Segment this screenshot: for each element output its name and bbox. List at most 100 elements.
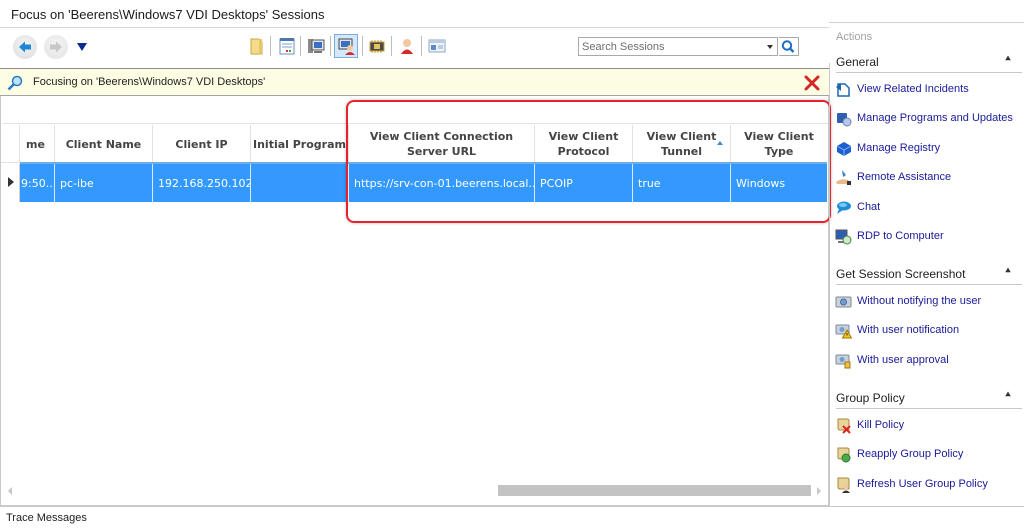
action-rdp-to-computer[interactable]: RDP to Computer bbox=[835, 227, 1023, 247]
column-header-label: View Client Protocol bbox=[548, 130, 619, 158]
column-header[interactable]: View Client Protocol bbox=[535, 125, 633, 163]
focus-bar: Focusing on 'Beerens\Windows7 VDI Deskto… bbox=[0, 68, 829, 96]
user-button[interactable] bbox=[396, 35, 418, 57]
table-cell[interactable]: https://srv-con-01.beerens.local... bbox=[349, 164, 535, 202]
group-by-area bbox=[2, 96, 828, 124]
column-header[interactable]: Client Name bbox=[55, 125, 153, 163]
toolbar-separator bbox=[362, 36, 363, 56]
table-cell[interactable]: 192.168.250.102 bbox=[153, 164, 251, 202]
section-header-group-policy[interactable]: Group Policy ⯅ bbox=[836, 389, 1022, 409]
action-label: RDP to Computer bbox=[857, 230, 944, 242]
column-header[interactable]: View Client Connection Server URL bbox=[349, 125, 535, 163]
kill-policy-icon bbox=[837, 418, 851, 434]
toolbar-separator bbox=[270, 36, 271, 56]
action-manage-programs[interactable]: Manage Programs and Updates bbox=[835, 109, 1023, 129]
registry-icon bbox=[836, 142, 852, 156]
back-button[interactable] bbox=[13, 35, 37, 59]
rdp-icon bbox=[835, 229, 852, 245]
collapse-icon[interactable]: ⯅ bbox=[1004, 266, 1012, 277]
window-title: Focus on 'Beerens\Windows7 VDI Desktops'… bbox=[11, 7, 325, 22]
action-remote-assistance[interactable]: Remote Assistance bbox=[835, 168, 1023, 188]
toolbar-separator bbox=[391, 36, 392, 56]
action-label: Chat bbox=[857, 201, 881, 213]
action-label: View Related Incidents bbox=[857, 83, 969, 95]
column-header[interactable]: View Client Tunnel bbox=[633, 125, 731, 163]
search-icon bbox=[781, 40, 795, 53]
column-header[interactable]: View Client Type bbox=[731, 125, 827, 163]
folder-icon bbox=[250, 38, 263, 55]
focus-text: Focusing on 'Beerens\Windows7 VDI Deskto… bbox=[33, 76, 266, 88]
column-header-label: View Client Type bbox=[744, 130, 814, 158]
hardware-button[interactable] bbox=[366, 35, 388, 57]
toolbar-separator bbox=[330, 36, 331, 56]
search-sessions-box[interactable] bbox=[578, 37, 778, 56]
incidents-icon bbox=[836, 83, 850, 97]
search-button[interactable] bbox=[779, 37, 799, 56]
magnifier-icon bbox=[7, 75, 23, 91]
notes-button[interactable] bbox=[276, 35, 298, 57]
action-screenshot-with-notification[interactable]: With user notification bbox=[835, 321, 1023, 341]
column-header[interactable]: Initial Program bbox=[251, 125, 349, 163]
window-button[interactable] bbox=[426, 35, 448, 57]
scroll-left-icon[interactable] bbox=[8, 487, 12, 495]
action-label: Manage Programs and Updates bbox=[857, 112, 1013, 124]
action-kill-policy[interactable]: Kill Policy bbox=[835, 416, 1023, 436]
section-header-general[interactable]: General ⯅ bbox=[836, 53, 1022, 73]
scrollbar-thumb[interactable] bbox=[498, 485, 811, 496]
action-screenshot-without-notify[interactable]: Without notifying the user bbox=[835, 292, 1023, 312]
history-dropdown-icon[interactable] bbox=[77, 43, 87, 51]
table-cell[interactable]: true bbox=[633, 164, 731, 202]
trace-messages-label: Trace Messages bbox=[6, 512, 87, 524]
column-header-label: me bbox=[26, 137, 45, 151]
trace-messages-bar[interactable]: Trace Messages bbox=[0, 506, 1024, 530]
column-header[interactable]: Client IP bbox=[153, 125, 251, 163]
session-user-button[interactable] bbox=[334, 34, 358, 58]
close-focus-icon[interactable] bbox=[804, 75, 820, 91]
action-reapply-group-policy[interactable]: Reapply Group Policy bbox=[835, 445, 1023, 465]
column-header-label: Client Name bbox=[65, 137, 142, 151]
action-label: Refresh User Group Policy bbox=[857, 478, 988, 490]
window-icon bbox=[428, 39, 446, 53]
collapse-icon[interactable]: ⯅ bbox=[1004, 390, 1012, 401]
table-row[interactable]: 9:50... pc-ibe 192.168.250.102 https://s… bbox=[1, 162, 827, 202]
action-manage-registry[interactable]: Manage Registry bbox=[835, 139, 1023, 159]
action-refresh-user-group-policy[interactable]: Refresh User Group Policy bbox=[835, 475, 1023, 495]
column-header[interactable]: me bbox=[20, 125, 55, 163]
table-cell[interactable]: PCOIP bbox=[535, 164, 633, 202]
chip-icon bbox=[369, 40, 385, 53]
refresh-policy-icon bbox=[837, 477, 850, 493]
computer-icon bbox=[308, 39, 325, 53]
search-dropdown-icon[interactable] bbox=[767, 45, 773, 49]
column-header-label: View Client Tunnel bbox=[646, 130, 717, 158]
sessions-grid: me Client Name Client IP Initial Program… bbox=[0, 96, 829, 506]
toolbar-separator bbox=[421, 36, 422, 56]
action-screenshot-with-approval[interactable]: With user approval bbox=[835, 351, 1023, 371]
scroll-right-icon[interactable] bbox=[817, 487, 821, 495]
column-header-label: View Client Connection Server URL bbox=[369, 130, 514, 158]
sort-ascending-icon bbox=[717, 141, 723, 145]
row-selector[interactable] bbox=[1, 164, 20, 202]
action-chat[interactable]: Chat bbox=[835, 198, 1023, 218]
actions-pane: Actions General ⯅ View Related Incidents… bbox=[829, 22, 1024, 507]
user-icon bbox=[401, 39, 413, 54]
table-cell[interactable]: pc-ibe bbox=[55, 164, 153, 202]
action-view-related-incidents[interactable]: View Related Incidents bbox=[835, 80, 1023, 100]
table-cell[interactable]: 9:50... bbox=[20, 164, 55, 202]
horizontal-scrollbar[interactable] bbox=[2, 483, 828, 500]
section-label: General bbox=[836, 55, 879, 69]
section-label: Get Session Screenshot bbox=[836, 267, 966, 281]
camera-icon bbox=[835, 296, 852, 308]
back-arrow-icon bbox=[19, 41, 31, 53]
column-header-label: Initial Program bbox=[253, 137, 346, 151]
computer-button[interactable] bbox=[305, 35, 327, 57]
folder-button[interactable] bbox=[246, 35, 268, 57]
forward-button[interactable] bbox=[44, 35, 68, 59]
section-header-session-screenshot[interactable]: Get Session Screenshot ⯅ bbox=[836, 265, 1022, 285]
session-user-icon bbox=[338, 38, 355, 55]
search-sessions-input[interactable] bbox=[579, 38, 759, 55]
table-cell[interactable]: Windows bbox=[731, 164, 827, 202]
collapse-icon[interactable]: ⯅ bbox=[1004, 54, 1012, 65]
table-cell[interactable] bbox=[251, 164, 349, 202]
action-label: With user approval bbox=[857, 354, 949, 366]
forward-arrow-icon bbox=[50, 41, 62, 53]
